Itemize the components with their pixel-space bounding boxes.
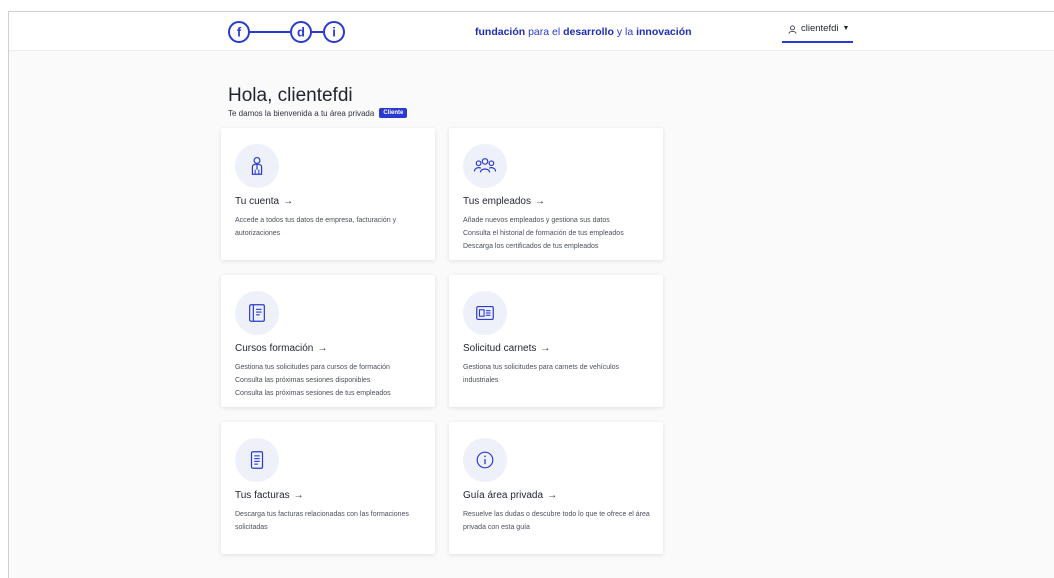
fdi-logo[interactable]: f d i — [227, 20, 367, 44]
logo-letter-d: d — [297, 25, 305, 40]
welcome-text: Te damos la bienvenida a tu área privada — [228, 108, 375, 118]
welcome-line: Te damos la bienvenida a tu área privada… — [228, 108, 408, 118]
card-title-text: Tus facturas — [235, 490, 290, 501]
invoice-document-icon — [250, 451, 264, 469]
card-guia-area-privada[interactable]: Guía área privada → Resuelve las dudas o … — [449, 422, 663, 554]
card-icon-wrapper — [235, 144, 279, 188]
card-icon-wrapper — [463, 144, 507, 188]
training-notebook-icon — [249, 304, 265, 322]
card-title[interactable]: Cursos formación → — [235, 343, 327, 354]
card-description: Accede a todos tus datos de empresa, fac… — [235, 214, 425, 240]
employees-group-icon — [473, 158, 497, 173]
user-name-label: clientefdi — [801, 23, 839, 34]
user-menu-dropdown[interactable]: clientefdi ▼ — [782, 23, 853, 43]
tagline-innovacion: innovación — [636, 26, 692, 38]
card-desc-line: Consulta las próximas sesiones de tus em… — [235, 390, 391, 397]
id-card-icon — [476, 305, 494, 321]
card-desc-line: Descarga los certificados de tus emplead… — [463, 243, 599, 250]
card-title[interactable]: Guía área privada → — [463, 490, 557, 501]
card-icon-wrapper — [463, 438, 507, 482]
card-title-text: Tu cuenta — [235, 196, 280, 207]
chevron-down-icon: ▼ — [842, 25, 850, 32]
arrow-right-icon: → — [535, 196, 545, 207]
card-icon-wrapper — [235, 438, 279, 482]
card-title-text: Solicitud carnets — [463, 343, 537, 354]
card-desc-line: Consulta el historial de formación de tu… — [463, 230, 624, 237]
card-tus-facturas[interactable]: Tus facturas → Descarga tus facturas rela… — [221, 422, 435, 554]
card-tu-cuenta[interactable]: Tu cuenta → Accede a todos tus datos de e… — [221, 128, 435, 260]
card-desc-line: Resuelve las dudas o descubre todo lo qu… — [463, 511, 650, 531]
card-cursos-formacion[interactable]: Cursos formación → Gestiona tus solicitud… — [221, 275, 435, 407]
card-desc-line: Consulta las próximas sesiones disponibl… — [235, 377, 371, 384]
card-icon-wrapper — [463, 291, 507, 335]
card-title[interactable]: Tu cuenta → — [235, 196, 293, 207]
arrow-right-icon: → — [317, 343, 328, 354]
card-title[interactable]: Solicitud carnets → — [463, 343, 550, 354]
card-description: Resuelve las dudas o descubre todo lo qu… — [463, 508, 653, 534]
app-frame: f d i fundación para el desarrollo y la … — [8, 11, 1054, 578]
fdi-logo-icon: f d i — [228, 21, 345, 43]
card-title-text: Cursos formación — [235, 343, 314, 354]
card-description: Descarga tus facturas relacionadas con l… — [235, 508, 425, 534]
card-solicitud-carnets[interactable]: Solicitud carnets → Gestiona tus solicitu… — [449, 275, 663, 407]
info-circle-icon — [476, 451, 494, 469]
card-tus-empleados[interactable]: Tus empleados → Añade nuevos empleados y … — [449, 128, 663, 260]
card-description: Gestiona tus solicitudes para carnets de… — [463, 361, 653, 387]
logo-letter-i: i — [332, 25, 336, 40]
card-icon-wrapper — [235, 291, 279, 335]
page-title: Hola, clientefdi — [228, 85, 353, 106]
card-desc-line: Gestiona tus solicitudes para cursos de … — [235, 364, 390, 371]
arrow-right-icon: → — [293, 490, 304, 501]
top-header: f d i fundación para el desarrollo y la … — [9, 12, 1054, 51]
logo-letter-f: f — [237, 25, 242, 40]
card-title[interactable]: Tus empleados → — [463, 196, 545, 207]
card-title-text: Tus empleados — [463, 196, 531, 207]
arrow-right-icon: → — [283, 196, 294, 207]
card-desc-line: Accede a todos tus datos de empresa, fac… — [235, 217, 397, 237]
account-person-icon — [251, 156, 263, 175]
card-title-text: Guía área privada — [463, 490, 544, 501]
card-description: Añade nuevos empleados y gestiona sus da… — [463, 214, 653, 253]
user-icon — [788, 25, 797, 34]
arrow-right-icon: → — [547, 490, 558, 501]
client-badge: Cliente — [379, 108, 408, 118]
card-description: Gestiona tus solicitudes para cursos de … — [235, 361, 425, 400]
card-desc-line: Descarga tus facturas relacionadas con l… — [235, 511, 409, 531]
tagline-desarrollo: desarrollo — [563, 26, 614, 38]
tagline-connector-1: para el — [525, 26, 564, 38]
arrow-right-icon: → — [540, 343, 551, 354]
card-title[interactable]: Tus facturas → — [235, 490, 304, 501]
card-desc-line: Añade nuevos empleados y gestiona sus da… — [463, 217, 610, 224]
card-desc-line: Gestiona tus solicitudes para carnets de… — [463, 364, 620, 384]
tagline-connector-2: y la — [613, 26, 637, 38]
tagline-fundacion: fundación — [475, 26, 526, 38]
header-tagline: fundación para el desarrollo y la innova… — [475, 26, 692, 38]
